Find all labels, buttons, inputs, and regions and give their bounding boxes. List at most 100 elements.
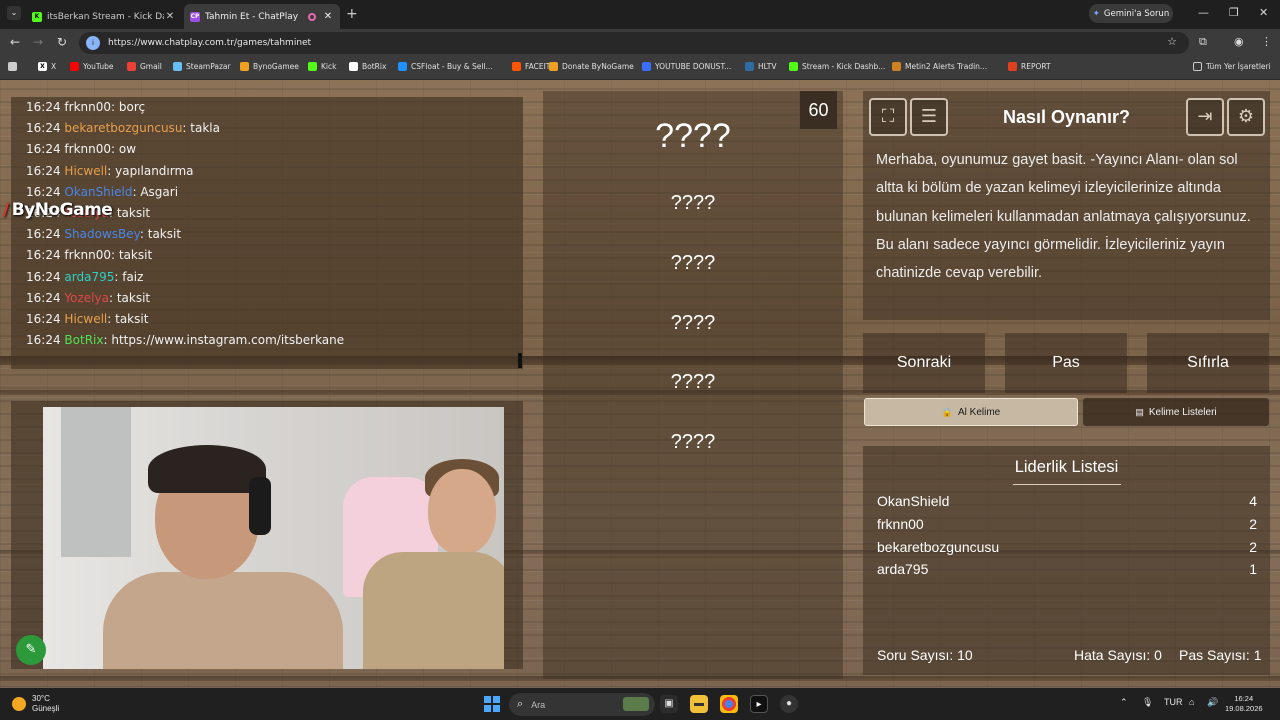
back-arrow-icon[interactable]: ← [10, 35, 20, 49]
chat-username[interactable]: Yozelya [64, 291, 109, 305]
file-explorer-icon[interactable]: ▬ [690, 695, 708, 713]
reset-button[interactable]: Sıfırla [1147, 333, 1269, 393]
new-tab-button[interactable]: + [346, 6, 358, 22]
chat-username[interactable]: frknn00 [64, 100, 111, 114]
chat-username[interactable]: ShadowsBey [64, 227, 139, 241]
apps-grid-icon[interactable] [8, 62, 21, 71]
chat-username[interactable]: BotRix [64, 333, 103, 347]
chatplay-icon: CP [190, 11, 200, 22]
chat-text: : yapılandırma [107, 163, 194, 178]
bookmark-star-icon[interactable]: ☆ [1167, 35, 1177, 48]
taskbar-search[interactable]: ⌕ Ara [509, 693, 655, 716]
fullscreen-icon[interactable]: ⛶ [869, 98, 907, 136]
chat-message: 16:24 frknn00: ow [26, 142, 136, 156]
minimize-button[interactable]: — [1198, 6, 1209, 19]
windows-taskbar: 30°C Güneşli ⌕ Ara ▣ ▬ ▸ ● ⌃ 🎙 TUR ⌂ 🔊 1… [0, 688, 1280, 720]
leaderboard-row: bekaretbozguncusu 2 [877, 539, 1257, 555]
bookmark-item[interactable]: Donate ByNoGame [549, 62, 634, 71]
chat-username[interactable]: frknn00 [64, 142, 111, 156]
bookmark-label: YouTube [83, 62, 114, 71]
forward-arrow-icon[interactable]: → [33, 35, 43, 49]
app-icon[interactable]: ▸ [750, 695, 768, 713]
close-icon[interactable]: ✕ [322, 11, 334, 22]
pass-button[interactable]: Pas [1005, 333, 1127, 393]
bookmark-favicon-icon [1008, 62, 1017, 71]
chevron-up-icon[interactable]: ⌃ [1120, 697, 1128, 708]
howto-title: Nasıl Oynanır? [1002, 107, 1131, 127]
address-bar[interactable]: i https://www.chatplay.com.tr/games/tahm… [79, 32, 1189, 54]
chat-time: 16:24 [26, 227, 61, 242]
player-name: bekaretbozguncusu [877, 539, 1000, 555]
close-icon[interactable]: ✕ [164, 11, 176, 22]
chat-username[interactable]: Hicwell [64, 164, 107, 178]
site-info-icon[interactable]: i [86, 36, 100, 50]
notes-icon[interactable]: ☰ [910, 98, 948, 136]
next-button[interactable]: Sonraki [863, 333, 985, 393]
bookmark-label: BotRix [362, 62, 387, 71]
chat-time: 16:24 [26, 290, 61, 305]
bookmark-item[interactable]: BynoGamee [240, 62, 299, 71]
chat-message: 16:24 OkanShield: Asgari [26, 185, 178, 199]
pin-icon[interactable]: ✎ [16, 635, 46, 665]
get-word-button[interactable]: 🔒 Al Kelime [864, 398, 1078, 426]
all-bookmarks-folder[interactable]: Tüm Yer İşaretleri [1193, 62, 1271, 71]
obs-icon[interactable]: ● [780, 695, 798, 713]
bookmark-item[interactable]: REPORT [1008, 62, 1051, 71]
chat-username[interactable]: bekaretbozguncusu [64, 121, 182, 135]
windows-start-icon[interactable] [484, 696, 500, 712]
bookmark-label: HLTV [758, 62, 777, 71]
search-placeholder: Ara [531, 699, 546, 710]
bookmark-item[interactable]: Metin2 Alerts Tradin... [892, 62, 987, 71]
chat-text: : borç [111, 100, 146, 114]
chat-username[interactable]: arda795 [64, 270, 114, 284]
close-window-button[interactable]: ✕ [1259, 6, 1268, 19]
bookmark-item[interactable]: YOUTUBE DONUST... [642, 62, 731, 71]
microphone-icon[interactable]: 🎙 [1142, 697, 1153, 708]
gear-icon[interactable]: ⚙ [1227, 98, 1265, 136]
taboo-word-4: ???? [670, 371, 716, 393]
bookmark-item[interactable]: XX [38, 62, 56, 71]
chat-username[interactable]: frknn00 [64, 248, 111, 262]
bookmark-item[interactable]: CSFloat - Buy & Sell... [398, 62, 493, 71]
tab-search-icon[interactable]: ⌄ [7, 6, 21, 20]
bookmark-item[interactable]: FACEIT [512, 62, 550, 71]
logout-icon[interactable]: ⇥ [1186, 98, 1224, 136]
chrome-icon[interactable] [720, 695, 738, 713]
chat-username[interactable]: OkanShield [64, 185, 132, 199]
bookmark-item[interactable]: Kick [308, 62, 336, 71]
logo-text: ByNoGame [11, 200, 113, 220]
bookmark-item[interactable]: SteamPazar [173, 62, 231, 71]
gemini-button[interactable]: ✦ Gemini'a Sorun [1089, 4, 1173, 23]
network-icon[interactable]: ⌂ [1189, 697, 1194, 707]
browser-toolbar: ← → ↻ i https://www.chatplay.com.tr/game… [0, 29, 1280, 56]
leaderboard-title: Liderlik Listesi [1014, 458, 1119, 476]
bookmark-item[interactable]: HLTV [745, 62, 777, 71]
bookmark-favicon-icon [173, 62, 182, 71]
bookmark-item[interactable]: Stream - Kick Dashb... [789, 62, 885, 71]
profile-avatar[interactable]: ◉ [1234, 35, 1244, 48]
bookmark-item[interactable]: Gmail [127, 62, 162, 71]
extensions-icon[interactable]: ⧉ [1199, 35, 1207, 49]
reload-icon[interactable]: ↻ [57, 35, 67, 49]
word-lists-button[interactable]: ▤ Kelime Listeleri [1083, 398, 1269, 426]
tab-chatplay[interactable]: CP Tahmin Et - ChatPlay ✕ [184, 4, 340, 29]
weather-widget[interactable]: 30°C Güneşli [12, 694, 59, 714]
chat-text: : taksit [139, 227, 182, 242]
task-view-icon[interactable]: ▣ [660, 695, 678, 713]
language-indicator[interactable]: TUR [1164, 697, 1183, 707]
chat-username[interactable]: Hicwell [64, 312, 107, 326]
tab-kick-dashboard[interactable]: K itsBerkan Stream - Kick Dashbo ✕ [26, 4, 182, 29]
restore-button[interactable]: ❐ [1229, 6, 1239, 19]
get-word-label: Al Kelime [957, 406, 1001, 418]
menu-icon[interactable]: ⋮ [1261, 35, 1272, 48]
chat-text: : taksit [108, 206, 151, 220]
sun-icon [12, 697, 26, 711]
bookmark-item[interactable]: YouTube [70, 62, 114, 71]
volume-icon[interactable]: 🔊 [1207, 697, 1218, 708]
bookmark-item[interactable]: BotRix [349, 62, 386, 71]
player-name: arda795 [877, 561, 929, 577]
lock-icon: 🔒 [941, 406, 953, 417]
bookmark-favicon-icon [642, 62, 651, 71]
clock[interactable]: 16:24 19.08.2026 [1225, 694, 1263, 714]
chat-scrollbar[interactable] [518, 353, 522, 368]
